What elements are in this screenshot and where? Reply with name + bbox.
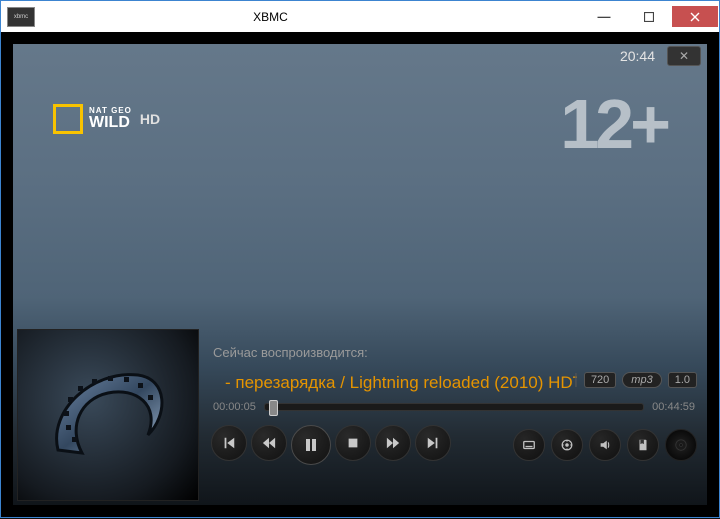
audio-codec-badge: mp3 bbox=[622, 372, 661, 388]
secondary-controls bbox=[513, 429, 697, 461]
seek-knob[interactable] bbox=[269, 400, 278, 416]
window-titlebar: xbmc XBMC — bbox=[0, 0, 720, 32]
separator: | bbox=[574, 371, 578, 388]
dvd-menu-button[interactable] bbox=[665, 429, 697, 461]
window-close-button[interactable] bbox=[672, 6, 718, 27]
total-time: 00:44:59 bbox=[652, 401, 695, 413]
channel-suffix: HD bbox=[140, 111, 160, 127]
player-osd: Сейчас воспроизводится: - перезарядка / … bbox=[13, 315, 707, 505]
now-playing-label: Сейчас воспроизводится: bbox=[213, 345, 368, 360]
elapsed-time: 00:00:05 bbox=[213, 401, 256, 413]
stop-button[interactable] bbox=[335, 425, 371, 461]
minimize-button[interactable]: — bbox=[580, 6, 626, 27]
window-title: XBMC bbox=[0, 10, 580, 24]
next-button[interactable] bbox=[415, 425, 451, 461]
overlay-close-button[interactable]: ✕ bbox=[667, 46, 701, 66]
subtitles-button[interactable] bbox=[513, 429, 545, 461]
video-settings-button[interactable] bbox=[551, 429, 583, 461]
forward-button[interactable] bbox=[375, 425, 411, 461]
aspect-ratio-badge: 1.0 bbox=[668, 372, 697, 388]
timeline-row: 00:00:05 00:44:59 bbox=[213, 401, 695, 413]
maximize-button[interactable] bbox=[626, 6, 672, 27]
seek-bar[interactable] bbox=[264, 403, 644, 411]
channel-logo: NAT GEO WILD HD bbox=[53, 104, 160, 134]
age-rating: 12+ bbox=[560, 84, 667, 164]
media-title: - перезарядка / Lightning reloaded (2010… bbox=[225, 373, 577, 393]
app-frame: 20:44 ✕ NAT GEO WILD HD 12+ bbox=[0, 32, 720, 518]
video-area[interactable]: 20:44 ✕ NAT GEO WILD HD 12+ bbox=[13, 44, 707, 505]
media-badges: | 720 mp3 1.0 bbox=[574, 371, 697, 388]
media-thumbnail bbox=[17, 329, 199, 501]
playback-controls bbox=[211, 425, 451, 465]
rewind-button[interactable] bbox=[251, 425, 287, 461]
pause-button[interactable] bbox=[291, 425, 331, 465]
resolution-badge: 720 bbox=[584, 372, 616, 388]
previous-button[interactable] bbox=[211, 425, 247, 461]
natgeo-square-icon bbox=[53, 104, 83, 134]
audio-settings-button[interactable] bbox=[589, 429, 621, 461]
channel-bottom: WILD bbox=[89, 115, 132, 131]
filmstrip-icon bbox=[38, 355, 178, 475]
bookmarks-button[interactable] bbox=[627, 429, 659, 461]
overlay-clock: 20:44 bbox=[620, 48, 655, 64]
